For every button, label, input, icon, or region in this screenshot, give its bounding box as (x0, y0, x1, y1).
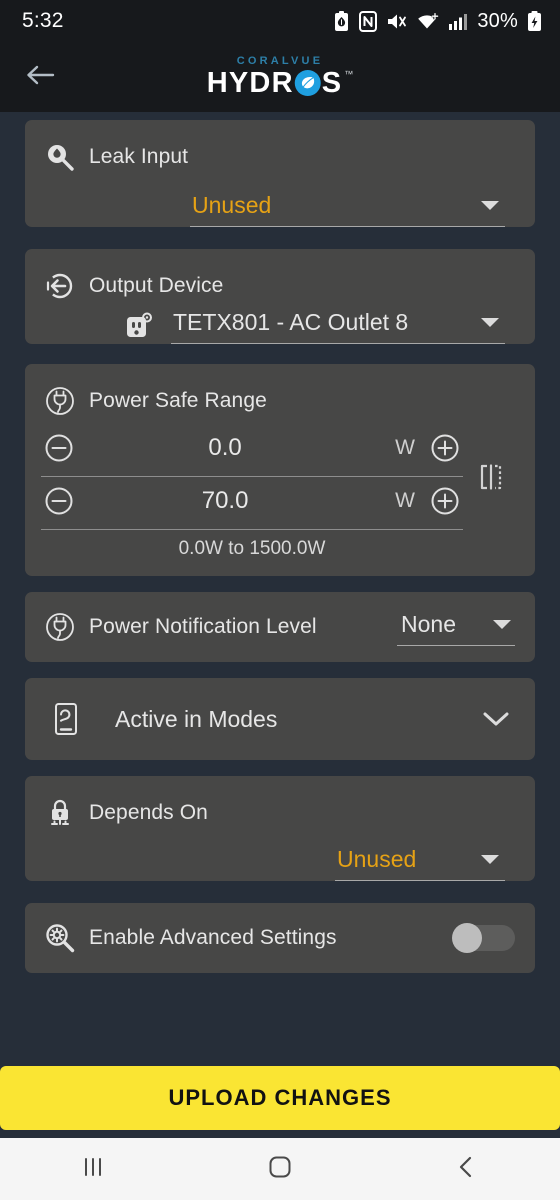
leak-input-header: Leak Input (25, 120, 535, 176)
depends-on-select[interactable]: Unused (335, 844, 505, 881)
mute-icon (386, 11, 408, 32)
hydros-logo: CORALVUE HYDR S ™ (207, 56, 354, 98)
leak-input-select[interactable]: Unused (190, 190, 505, 227)
output-device-select[interactable]: TETX801 - AC Outlet 8 (171, 307, 505, 344)
gear-magnifier-icon (41, 919, 79, 957)
power-safe-range-fields: 0.0 W 70.0 W (41, 424, 463, 530)
trademark-mark: ™ (344, 69, 354, 79)
chevron-down-icon (463, 318, 499, 327)
depends-on-title: Depends On (89, 801, 208, 824)
card-power-safe-range: Power Safe Range 0.0 W 70.0 W 0.0W to 15… (25, 364, 535, 576)
cellular-signal-icon (448, 11, 468, 32)
lock-dependency-icon (41, 794, 79, 832)
status-bar: 5:32 30% (0, 0, 560, 42)
power-max-increment-button[interactable] (427, 483, 463, 519)
home-button[interactable] (225, 1138, 335, 1200)
home-icon (266, 1153, 294, 1186)
active-in-modes-row[interactable]: Active in Modes (25, 678, 535, 760)
power-plug-icon (41, 382, 79, 420)
enable-advanced-settings-control (452, 923, 515, 953)
power-safe-range-body: 0.0 W 70.0 W (25, 420, 535, 530)
power-max-stepper: 70.0 W (41, 477, 463, 530)
enable-advanced-settings-title: Enable Advanced Settings (89, 926, 337, 949)
card-enable-advanced-settings: Enable Advanced Settings (25, 903, 535, 973)
leak-input-title: Leak Input (89, 145, 189, 168)
brand-hydros-text: HYDR S ™ (207, 69, 354, 98)
power-min-decrement-button[interactable] (41, 430, 77, 466)
output-device-row: TETX801 - AC Outlet 8 (125, 307, 505, 344)
card-leak-input: Leak Input Unused (25, 120, 535, 227)
recents-icon (80, 1154, 106, 1185)
app-bar: CORALVUE HYDR S ™ (0, 42, 560, 112)
power-notification-level-select[interactable]: None (397, 609, 515, 646)
back-button[interactable] (12, 49, 68, 105)
upload-changes-button[interactable]: UPLOAD CHANGES (0, 1066, 560, 1130)
output-arrow-icon (41, 267, 79, 305)
nav-back-icon (454, 1154, 480, 1185)
ac-outlet-icon (125, 312, 159, 340)
output-device-header: Output Device (25, 249, 535, 305)
water-drop-magnifier-icon (41, 138, 79, 176)
leaf-emblem-icon (294, 70, 321, 96)
chevron-down-icon (463, 855, 499, 864)
power-min-unit: W (395, 436, 415, 459)
card-depends-on: Depends On Unused (25, 776, 535, 881)
device-mode-icon (47, 700, 85, 738)
battery-percent-label: 30% (477, 9, 518, 32)
battery-saver-icon (333, 10, 350, 32)
power-min-stepper: 0.0 W (41, 424, 463, 477)
chevron-down-icon[interactable] (481, 709, 511, 729)
power-notification-level-control: None (397, 609, 515, 646)
card-active-in-modes[interactable]: Active in Modes (25, 678, 535, 760)
depends-on-header: Depends On (25, 776, 535, 832)
depends-on-value: Unused (337, 846, 417, 872)
app-root: 5:32 30% CORALVUE HYDR S ™ Leak Input Un… (0, 0, 560, 1200)
enable-advanced-settings-toggle[interactable] (452, 923, 515, 953)
brand-hydros-right: S (321, 67, 343, 99)
recents-button[interactable] (38, 1138, 148, 1200)
chevron-down-icon (463, 201, 499, 210)
power-notification-level-title: Power Notification Level (89, 615, 317, 638)
power-max-unit: W (395, 489, 415, 512)
power-max-value[interactable]: 70.0 (77, 487, 395, 515)
output-device-title: Output Device (89, 274, 224, 297)
leak-input-value: Unused (192, 192, 272, 218)
enable-advanced-settings-row: Enable Advanced Settings (25, 903, 535, 973)
range-bracket-icon[interactable] (463, 462, 519, 492)
power-max-decrement-button[interactable] (41, 483, 77, 519)
settings-list: Leak Input Unused Output Device TETX801 … (0, 112, 560, 1066)
card-power-notification-level: Power Notification Level None (25, 592, 535, 662)
power-plug-icon (41, 608, 79, 646)
status-bar-clock: 5:32 (22, 9, 64, 32)
chevron-down-icon (475, 619, 511, 629)
power-notification-level-row: Power Notification Level None (25, 592, 535, 662)
wifi-icon (417, 11, 439, 32)
active-in-modes-title: Active in Modes (115, 705, 278, 732)
card-output-device: Output Device TETX801 - AC Outlet 8 (25, 249, 535, 344)
power-min-increment-button[interactable] (427, 430, 463, 466)
android-nav-bar (0, 1138, 560, 1200)
power-safe-range-hint: 0.0W to 1500.0W (178, 538, 326, 559)
power-notification-level-value: None (401, 610, 456, 637)
toggle-knob (452, 923, 482, 953)
power-min-value[interactable]: 0.0 (77, 434, 395, 462)
brand-hydros-left: HYDR (206, 67, 294, 99)
status-bar-icons: 30% (333, 10, 542, 33)
nfc-icon (359, 10, 378, 32)
power-safe-range-header: Power Safe Range (25, 364, 535, 420)
output-device-value: TETX801 - AC Outlet 8 (173, 309, 409, 335)
brand-coralvue-text: CORALVUE (236, 55, 324, 67)
power-safe-range-title: Power Safe Range (89, 389, 267, 412)
footer-actions: UPLOAD CHANGES (0, 1066, 560, 1138)
back-arrow-icon (25, 63, 55, 92)
charging-battery-icon (527, 10, 542, 32)
nav-back-button[interactable] (412, 1138, 522, 1200)
